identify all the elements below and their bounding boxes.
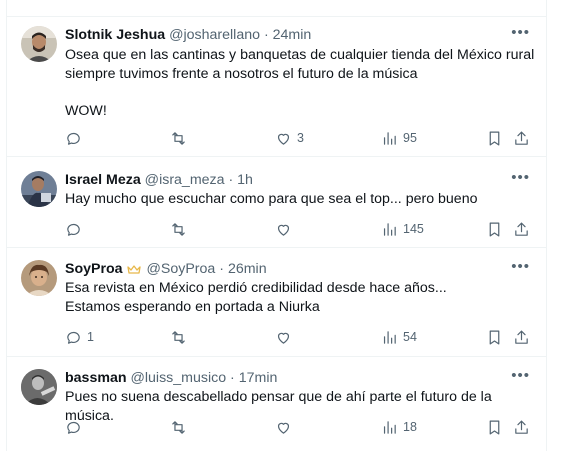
share-button[interactable] bbox=[513, 219, 530, 239]
share-button[interactable] bbox=[513, 128, 530, 148]
retweet-button[interactable] bbox=[170, 327, 192, 347]
tweet-header: Slotnik Jeshua @josharellano · 24min bbox=[65, 26, 311, 44]
more-dots-icon[interactable]: ••• bbox=[501, 0, 520, 6]
bookmark-icon bbox=[489, 131, 500, 145]
retweet-button[interactable] bbox=[170, 128, 192, 148]
tweet-header: bassman @luiss_musico · 17min bbox=[65, 369, 277, 387]
handle[interactable]: @josharellano bbox=[169, 27, 260, 43]
reply-button[interactable] bbox=[65, 417, 87, 437]
dot-separator: · bbox=[228, 172, 234, 188]
views-button[interactable]: 54 bbox=[381, 327, 417, 347]
view-count: 95 bbox=[403, 131, 417, 145]
bookmark-button[interactable] bbox=[486, 327, 503, 347]
share-button[interactable] bbox=[513, 327, 530, 347]
retweet-icon bbox=[172, 222, 185, 236]
reply-icon bbox=[67, 223, 80, 236]
retweet-button[interactable] bbox=[170, 219, 192, 239]
dot-separator: · bbox=[263, 27, 269, 43]
reply-icon bbox=[67, 331, 80, 344]
share-icon bbox=[515, 420, 528, 434]
avatar[interactable] bbox=[21, 369, 57, 405]
display-name[interactable]: Israel Meza bbox=[65, 172, 141, 188]
reply-icon bbox=[67, 421, 80, 434]
reply-button[interactable]: 1 bbox=[65, 327, 94, 347]
share-icon bbox=[515, 131, 528, 145]
share-icon bbox=[515, 330, 528, 344]
like-button[interactable]: 3 bbox=[275, 128, 304, 148]
heart-icon bbox=[277, 224, 290, 236]
tweet-header: Israel Meza @isra_meza · 1h bbox=[65, 171, 253, 189]
timestamp[interactable]: 1h bbox=[237, 172, 253, 188]
bookmark-icon bbox=[489, 222, 500, 236]
action-bar: 145 bbox=[65, 219, 535, 239]
timestamp[interactable]: 17min bbox=[239, 370, 278, 386]
tweet-text: Osea que en las cantinas y banquetas de … bbox=[65, 47, 535, 119]
handle[interactable]: @SoyProa bbox=[146, 261, 215, 277]
retweet-icon bbox=[172, 420, 185, 434]
previous-tweet-edge: ••• bbox=[7, 0, 546, 17]
timestamp[interactable]: 26min bbox=[228, 261, 267, 277]
handle[interactable]: @luiss_musico bbox=[130, 370, 226, 386]
view-count: 54 bbox=[403, 330, 417, 344]
share-button[interactable] bbox=[513, 417, 530, 437]
bookmark-button[interactable] bbox=[486, 128, 503, 148]
retweet-button[interactable] bbox=[170, 417, 192, 437]
views-chart-icon bbox=[383, 222, 396, 236]
like-button[interactable] bbox=[275, 327, 297, 347]
more-dots-icon[interactable]: ••• bbox=[511, 25, 530, 40]
views-chart-icon bbox=[383, 131, 396, 145]
heart-icon bbox=[277, 422, 290, 434]
reply-feed: ••• Slotnik Jeshua @josharellano · 24min… bbox=[6, 0, 547, 451]
avatar[interactable] bbox=[21, 260, 57, 296]
timestamp[interactable]: 24min bbox=[273, 27, 312, 43]
more-dots-icon[interactable]: ••• bbox=[511, 170, 530, 185]
retweet-icon bbox=[172, 131, 185, 145]
dot-separator: · bbox=[230, 370, 235, 386]
action-bar: 3 95 bbox=[65, 128, 535, 148]
action-bar: 18 bbox=[65, 417, 535, 437]
display-name[interactable]: bassman bbox=[65, 370, 127, 386]
heart-icon bbox=[277, 133, 290, 145]
like-button[interactable] bbox=[275, 219, 297, 239]
reply-icon bbox=[67, 132, 80, 145]
reply-button[interactable] bbox=[65, 219, 87, 239]
tweet-header: SoyProa @SoyProa · 26min bbox=[65, 260, 267, 278]
tweet-israel[interactable]: Israel Meza @isra_meza · 1h ••• Hay much… bbox=[7, 157, 546, 248]
bookmark-icon bbox=[489, 420, 500, 434]
views-button[interactable]: 145 bbox=[381, 219, 424, 239]
verified-badge-icon[interactable] bbox=[126, 264, 141, 274]
reply-count: 1 bbox=[87, 330, 94, 344]
tweet-soyproa[interactable]: SoyProa @SoyProa · 26min ••• Esa revista… bbox=[7, 248, 546, 357]
dot-separator: · bbox=[219, 261, 224, 277]
more-dots-icon[interactable]: ••• bbox=[511, 368, 530, 383]
views-chart-icon bbox=[383, 330, 396, 344]
share-icon bbox=[515, 222, 528, 236]
handle[interactable]: @isra_meza bbox=[145, 172, 225, 188]
like-count: 3 bbox=[297, 131, 304, 145]
view-count: 18 bbox=[403, 420, 417, 434]
like-button[interactable] bbox=[275, 417, 297, 437]
views-button[interactable]: 18 bbox=[381, 417, 417, 437]
tweet-text: Esa revista en México perdió credibilida… bbox=[65, 280, 447, 315]
avatar[interactable] bbox=[21, 26, 57, 62]
views-button[interactable]: 95 bbox=[381, 128, 417, 148]
reply-button[interactable] bbox=[65, 128, 87, 148]
tweet-slotnik[interactable]: Slotnik Jeshua @josharellano · 24min •••… bbox=[7, 17, 546, 157]
views-chart-icon bbox=[383, 420, 396, 434]
bookmark-icon bbox=[489, 330, 500, 344]
display-name[interactable]: SoyProa bbox=[65, 261, 123, 277]
tweet-text: Hay mucho que escuchar como para que sea… bbox=[65, 191, 478, 207]
display-name[interactable]: Slotnik Jeshua bbox=[65, 27, 165, 43]
tweet-bassman[interactable]: bassman @luiss_musico · 17min ••• Pues n… bbox=[7, 357, 546, 451]
retweet-icon bbox=[172, 330, 185, 344]
action-bar: 1 54 bbox=[65, 327, 535, 347]
bookmark-button[interactable] bbox=[486, 219, 503, 239]
bookmark-button[interactable] bbox=[486, 417, 503, 437]
more-dots-icon[interactable]: ••• bbox=[511, 259, 530, 274]
avatar[interactable] bbox=[21, 171, 57, 207]
heart-icon bbox=[277, 332, 290, 344]
view-count: 145 bbox=[403, 222, 424, 236]
